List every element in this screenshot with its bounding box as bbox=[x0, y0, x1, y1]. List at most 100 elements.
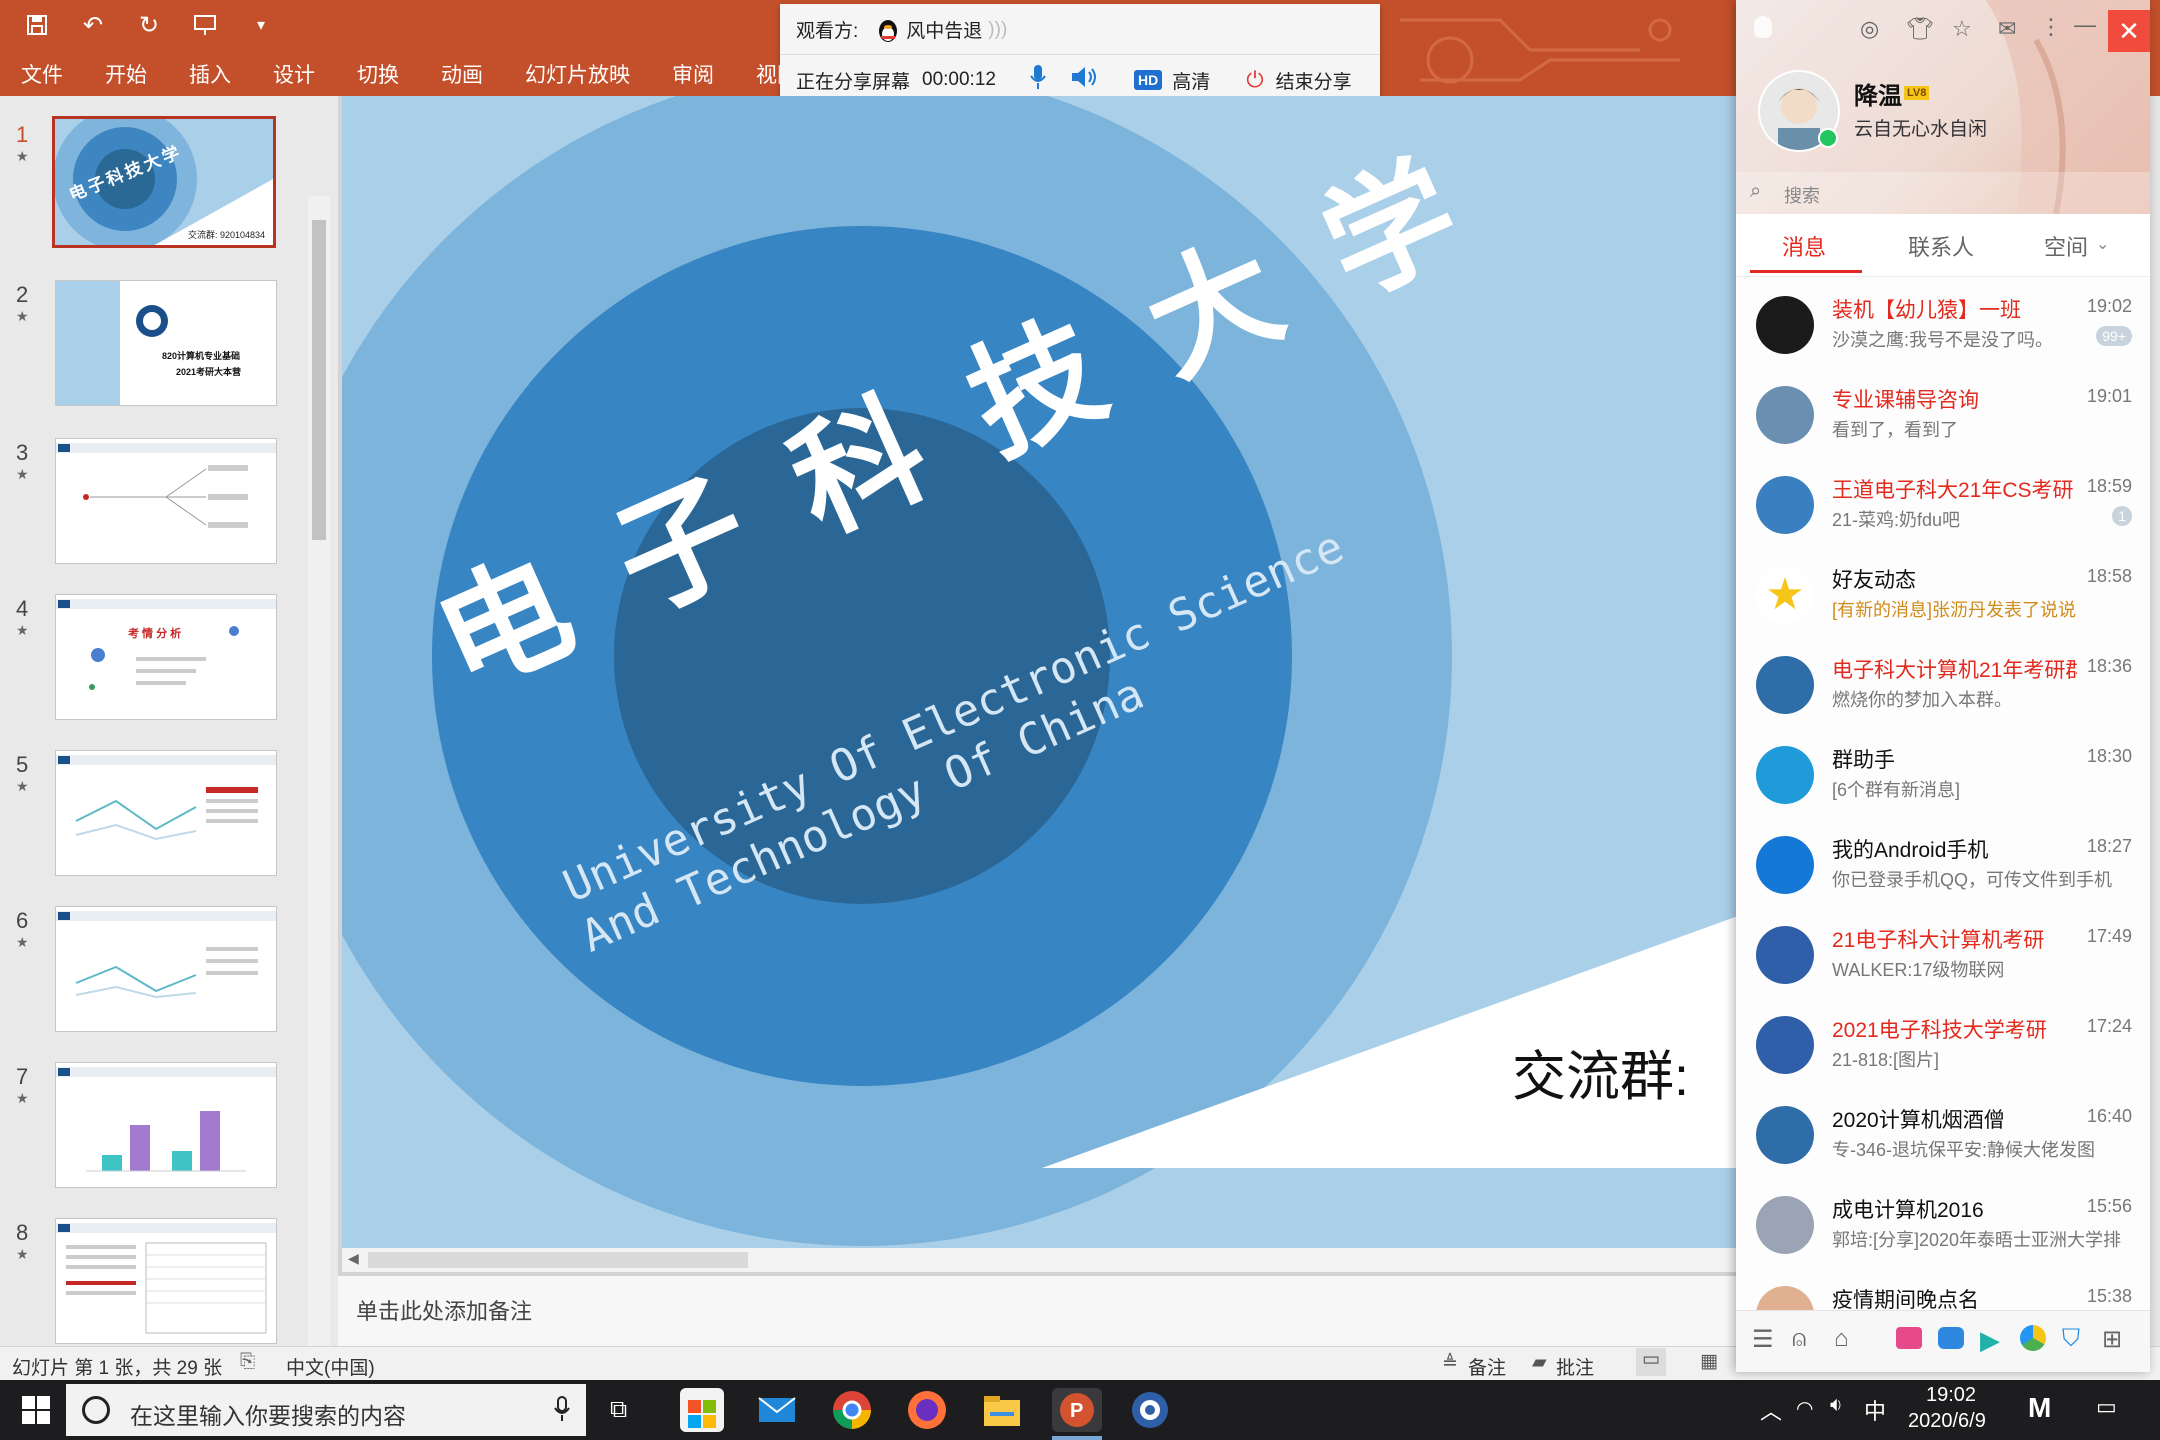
close-icon[interactable]: ✕ bbox=[2108, 10, 2150, 52]
slide-thumbnail-7[interactable]: 7 ★ bbox=[0, 1062, 310, 1198]
tab-animations[interactable]: 动画 bbox=[420, 59, 504, 89]
hd-label[interactable]: 高清 bbox=[1172, 67, 1210, 94]
tab-review[interactable]: 审阅 bbox=[651, 59, 735, 89]
conversation-item[interactable]: 成电计算机2016 郭培:[分享]2020年泰晤士亚洲大学排 15:56 bbox=[1736, 1180, 2150, 1270]
slide-canvas[interactable]: 电子科技大学 University Of Electronic Science … bbox=[342, 96, 1738, 1248]
customize-toolbar-icon[interactable]: ▾ bbox=[246, 10, 276, 40]
qq-browser-icon[interactable] bbox=[2020, 1325, 2046, 1351]
slide-thumbnail-2[interactable]: 2 ★ 820计算机专业基础 2021考研大本营 bbox=[0, 280, 310, 416]
horizontal-scrollbar-track[interactable] bbox=[368, 1252, 748, 1268]
scrollbar-thumb[interactable] bbox=[312, 220, 326, 540]
slide-thumbnail-3[interactable]: 3 ★ bbox=[0, 438, 310, 574]
thumbnail-scrollbar[interactable] bbox=[308, 196, 330, 1436]
clock-time[interactable]: 19:02 bbox=[1926, 1384, 1976, 1407]
conversation-item[interactable]: 专业课辅导咨询 看到了，看到了 19:01 bbox=[1736, 370, 2150, 460]
more-apps-icon[interactable]: ⊞ bbox=[2102, 1325, 2122, 1354]
hd-badge[interactable]: HD bbox=[1133, 70, 1163, 90]
tab-home[interactable]: 开始 bbox=[84, 59, 168, 89]
more-menu-icon[interactable]: ⋮ bbox=[2040, 14, 2062, 40]
power-icon[interactable]: ⏻ bbox=[1246, 67, 1263, 93]
comment-icon[interactable]: ▰ bbox=[1532, 1351, 1547, 1374]
notes-toggle-icon[interactable]: ≜ bbox=[1442, 1352, 1458, 1375]
normal-view-icon[interactable]: ▭ bbox=[1636, 1348, 1666, 1376]
conversation-item[interactable]: 21电子科大计算机考研 WALKER:17级物联网 17:49 bbox=[1736, 910, 2150, 1000]
conversation-item[interactable]: 2021电子科技大学考研 21-818:[图片] 17:24 bbox=[1736, 1000, 2150, 1090]
group-label[interactable]: 交流群: bbox=[1512, 1032, 1689, 1111]
conversation-item[interactable]: 王道电子科大21年CS考研 21-菜鸡:奶fdu吧 18:59 1 bbox=[1736, 460, 2150, 550]
conversation-item[interactable]: 群助手 [6个群有新消息] 18:30 bbox=[1736, 730, 2150, 820]
manager-icon[interactable]: ◎ bbox=[1860, 16, 1879, 42]
notes-placeholder[interactable]: 单击此处添加备注 bbox=[356, 1294, 532, 1326]
scroll-left-icon[interactable]: ◀ bbox=[348, 1250, 359, 1267]
conversation-item[interactable]: 疫情期间晚点名 15:38 bbox=[1736, 1270, 2150, 1310]
volume-icon[interactable]: 🔉︎ bbox=[1830, 1394, 1843, 1417]
main-menu-icon[interactable]: ☰ bbox=[1752, 1325, 1774, 1354]
add-friend-icon[interactable]: ⍝ bbox=[1792, 1325, 1806, 1353]
present-from-start-icon[interactable] bbox=[190, 10, 220, 40]
notification-center-icon[interactable]: ▭ bbox=[2096, 1394, 2117, 1420]
tab-qzone[interactable]: 空间 bbox=[2044, 230, 2088, 262]
slide-thumbnail-8[interactable]: 8 ★ bbox=[0, 1218, 310, 1354]
mail-icon[interactable]: ✉ bbox=[1998, 16, 2016, 42]
tab-messages[interactable]: 消息 bbox=[1782, 230, 1826, 262]
user-name[interactable]: 降温 bbox=[1854, 76, 1902, 111]
firefox-icon[interactable] bbox=[905, 1388, 949, 1432]
tab-contacts[interactable]: 联系人 bbox=[1908, 230, 1974, 262]
task-view-icon[interactable]: ⧉ bbox=[610, 1396, 627, 1424]
uestc-app-icon[interactable] bbox=[1128, 1388, 1172, 1432]
microsoft-store-icon[interactable] bbox=[680, 1388, 724, 1432]
app-box-icon[interactable]: ☆ bbox=[1952, 16, 1972, 42]
chevron-down-icon[interactable]: ⌄ bbox=[2096, 234, 2109, 254]
qq-search-box[interactable]: ⌕ 搜索 bbox=[1736, 172, 2150, 214]
conversation-item[interactable]: ★ 好友动态 [有新的消息]张沥丹发表了说说 18:58 bbox=[1736, 550, 2150, 640]
microphone-icon[interactable] bbox=[1028, 64, 1048, 96]
taskbar-search-box[interactable]: 在这里输入你要搜索的内容 bbox=[66, 1384, 586, 1436]
speaker-icon[interactable] bbox=[1070, 65, 1098, 95]
save-icon[interactable] bbox=[22, 10, 52, 40]
conversation-item[interactable]: 2020计算机烟酒僧 专-346-退坑保平安:静候大佬发图 16:40 bbox=[1736, 1090, 2150, 1180]
redo-icon[interactable]: ↻ bbox=[134, 10, 164, 40]
powerpoint-icon[interactable]: P bbox=[1052, 1388, 1102, 1432]
mail-icon[interactable] bbox=[755, 1388, 799, 1432]
ime-mode-icon[interactable]: M bbox=[2028, 1392, 2051, 1424]
notes-pane[interactable]: 单击此处添加备注 bbox=[338, 1276, 1738, 1346]
conversation-avatar bbox=[1756, 476, 1814, 534]
slide-thumbnail-5[interactable]: 5 ★ bbox=[0, 750, 310, 886]
microphone-icon[interactable] bbox=[554, 1396, 570, 1428]
ime-indicator[interactable]: 中 bbox=[1864, 1394, 1886, 1426]
user-signature[interactable]: 云自无心水自闲 bbox=[1854, 114, 1987, 141]
pc-manager-icon[interactable]: ⛉ bbox=[2062, 1325, 2080, 1353]
clock-date[interactable]: 2020/6/9 bbox=[1908, 1410, 1986, 1433]
chrome-icon[interactable] bbox=[830, 1388, 874, 1432]
conversation-item[interactable]: 电子科大计算机21年考研群 燃烧你的梦加入本群。 18:36 bbox=[1736, 640, 2150, 730]
undo-icon[interactable]: ↶ bbox=[78, 10, 108, 40]
end-share-button[interactable]: 结束分享 bbox=[1276, 67, 1352, 94]
language-indicator[interactable]: 中文(中国) bbox=[286, 1353, 375, 1380]
weiyun-icon[interactable] bbox=[1938, 1327, 1964, 1349]
minimize-icon[interactable]: — bbox=[2074, 12, 2096, 38]
slide-thumbnail-1[interactable]: 1 ★ 电子科技大学 交流群: 920104834 bbox=[0, 116, 310, 256]
tab-insert[interactable]: 插入 bbox=[168, 59, 252, 89]
accessibility-icon[interactable]: ⎘ bbox=[240, 1351, 255, 1373]
show-hidden-icons-chevron-icon[interactable]: ︿ bbox=[1760, 1394, 1782, 1426]
app-manager-icon[interactable]: ⌂ bbox=[1834, 1325, 1849, 1353]
slide-sorter-icon[interactable]: ▦ bbox=[1700, 1350, 1718, 1373]
conversation-item[interactable]: 装机【幼儿猿】一班 沙漠之鹰:我号不是没了吗。 19:02 99+ bbox=[1736, 280, 2150, 370]
notes-button[interactable]: 备注 bbox=[1468, 1353, 1506, 1380]
comments-button[interactable]: 批注 bbox=[1556, 1353, 1594, 1380]
windows-start-icon[interactable] bbox=[22, 1396, 50, 1429]
tab-design[interactable]: 设计 bbox=[252, 59, 336, 89]
tab-transitions[interactable]: 切换 bbox=[336, 59, 420, 89]
tab-slideshow[interactable]: 幻灯片放映 bbox=[504, 59, 651, 89]
qq-game-icon[interactable] bbox=[1896, 1327, 1922, 1349]
slide-thumbnail-4[interactable]: 4 ★ 考 情 分 析 bbox=[0, 594, 310, 730]
skin-icon[interactable]: 👕︎ bbox=[1906, 16, 1934, 42]
slide-horizontal-scrollbar[interactable]: ◀ bbox=[342, 1248, 1738, 1272]
tab-file[interactable]: 文件 bbox=[0, 59, 84, 89]
slide-thumbnail-6[interactable]: 6 ★ bbox=[0, 906, 310, 1042]
tencent-video-icon[interactable]: ▶ bbox=[1980, 1325, 2000, 1356]
conversation-item[interactable]: 我的Android手机 你已登录手机QQ，可传文件到手机 18:27 bbox=[1736, 820, 2150, 910]
network-icon[interactable]: ◠ bbox=[1796, 1396, 1813, 1421]
file-explorer-icon[interactable] bbox=[980, 1388, 1024, 1432]
animation-star-icon: ★ bbox=[16, 622, 29, 638]
